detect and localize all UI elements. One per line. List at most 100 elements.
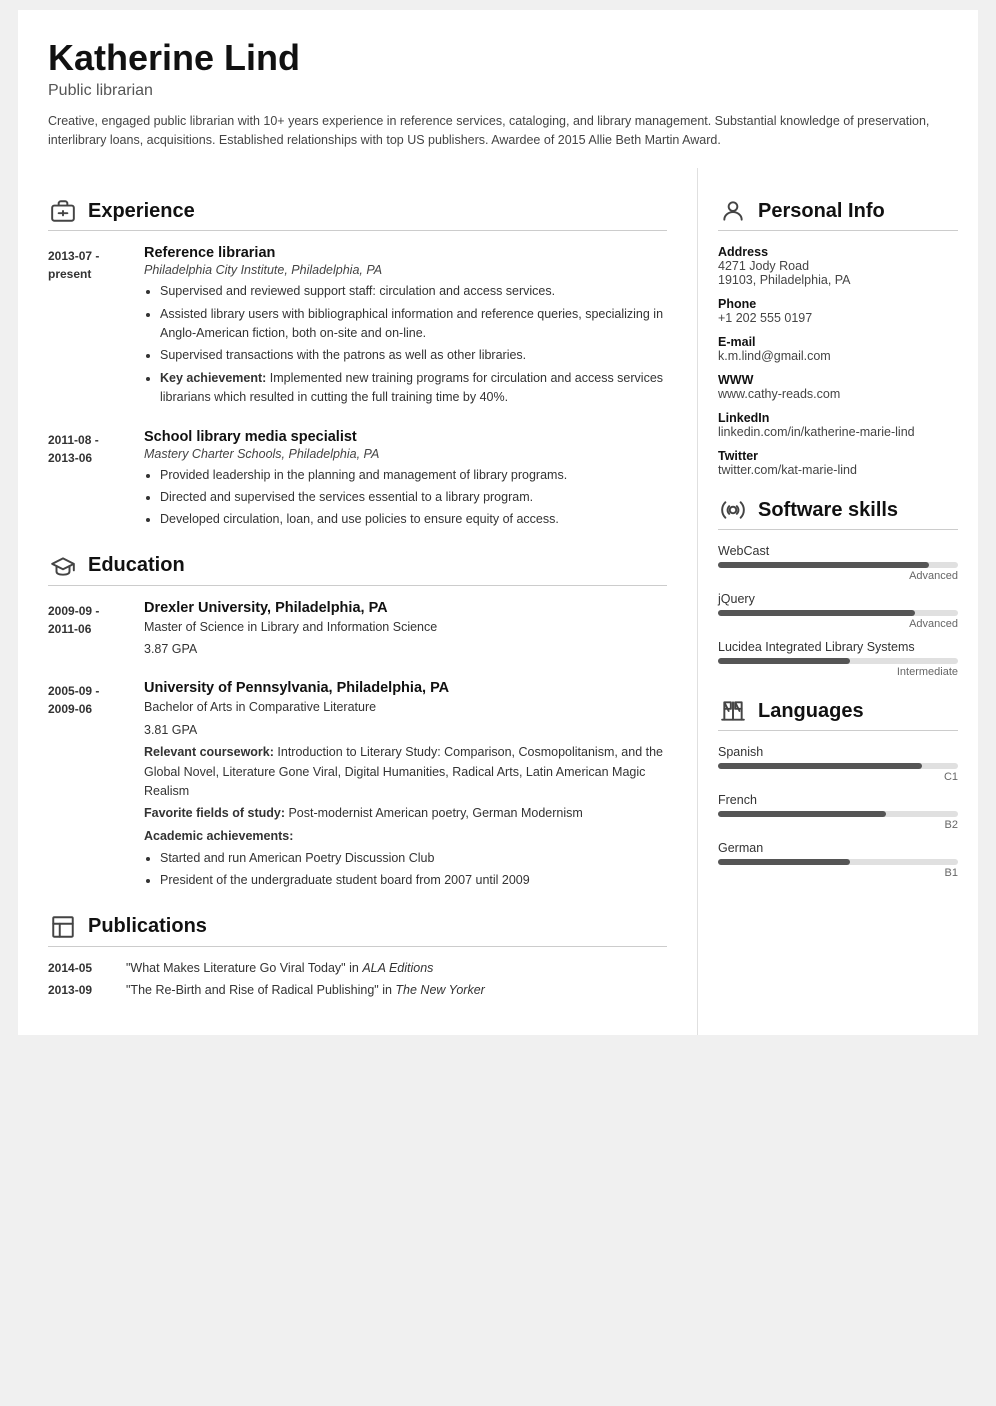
skill-lucidea-bar-bg: [718, 658, 958, 664]
resume: Katherine Lind Public librarian Creative…: [18, 10, 978, 1035]
exp1-bullets: Supervised and reviewed support staff: c…: [144, 282, 667, 407]
pub2-date: 2013-09: [48, 983, 110, 997]
edu2-relevant: Relevant coursework: Introduction to Lit…: [144, 743, 667, 801]
education-entry-1: 2009-09 -2011-06 Drexler University, Phi…: [48, 600, 667, 663]
edu1-institution: Drexler University, Philadelphia, PA: [144, 600, 667, 616]
exp2-title: School library media specialist: [144, 429, 667, 445]
lang-spanish-level: C1: [718, 771, 958, 783]
pub2-content: "The Re-Birth and Rise of Radical Publis…: [126, 983, 667, 997]
lang-french: French B2: [718, 793, 958, 831]
edu2-institution: University of Pennsylvania, Philadelphia…: [144, 680, 667, 696]
exp1-dates: 2013-07 -present: [48, 245, 128, 410]
lang-german-bar-fill: [718, 859, 850, 865]
exp2-content: School library media specialist Mastery …: [144, 429, 667, 533]
phone-value: +1 202 555 0197: [718, 311, 958, 325]
candidate-name: Katherine Lind: [48, 38, 948, 78]
list-item: Provided leadership in the planning and …: [160, 466, 667, 485]
edu1-content: Drexler University, Philadelphia, PA Mas…: [144, 600, 667, 663]
pub1-date: 2014-05: [48, 961, 110, 975]
linkedin-label: LinkedIn: [718, 411, 958, 425]
linkedin-item: LinkedIn linkedin.com/in/katherine-marie…: [718, 411, 958, 439]
lang-german-level: B1: [718, 867, 958, 879]
list-item: Assisted library users with bibliographi…: [160, 305, 667, 344]
experience-entry-2: 2011-08 -2013-06 School library media sp…: [48, 429, 667, 533]
edu2-academic-label: Academic achievements:: [144, 827, 667, 846]
personal-info-icon: [718, 196, 748, 226]
two-col-layout: Experience 2013-07 -present Reference li…: [18, 168, 978, 1035]
exp2-bullets: Provided leadership in the planning and …: [144, 466, 667, 530]
skill-lucidea-name: Lucidea Integrated Library Systems: [718, 640, 958, 654]
lang-german-bar-bg: [718, 859, 958, 865]
exp2-institution: Mastery Charter Schools, Philadelphia, P…: [144, 447, 667, 461]
publications-section-header: Publications: [48, 912, 667, 947]
candidate-title: Public librarian: [48, 82, 948, 100]
education-title: Education: [88, 554, 185, 577]
skill-webcast-bar-bg: [718, 562, 958, 568]
software-skills-header: Software skills: [718, 495, 958, 530]
personal-info-header: Personal Info: [718, 196, 958, 231]
phone-item: Phone +1 202 555 0197: [718, 297, 958, 325]
list-item: Developed circulation, loan, and use pol…: [160, 510, 667, 529]
software-skills-title: Software skills: [758, 499, 898, 522]
address-item: Address 4271 Jody Road 19103, Philadelph…: [718, 245, 958, 287]
skill-jquery-name: jQuery: [718, 592, 958, 606]
linkedin-value: linkedin.com/in/katherine-marie-lind: [718, 425, 958, 439]
skill-lucidea-bar-fill: [718, 658, 850, 664]
skill-webcast-name: WebCast: [718, 544, 958, 558]
www-value: www.cathy-reads.com: [718, 387, 958, 401]
skill-webcast-level: Advanced: [718, 570, 958, 582]
lang-french-level: B2: [718, 819, 958, 831]
experience-entry-1: 2013-07 -present Reference librarian Phi…: [48, 245, 667, 410]
email-value: k.m.lind@gmail.com: [718, 349, 958, 363]
edu2-dates: 2005-09 -2009-06: [48, 680, 128, 893]
exp2-dates: 2011-08 -2013-06: [48, 429, 128, 533]
list-item: Started and run American Poetry Discussi…: [160, 849, 667, 868]
list-item: Supervised transactions with the patrons…: [160, 346, 667, 365]
publication-1: 2014-05 "What Makes Literature Go Viral …: [48, 961, 667, 975]
edu2-content: University of Pennsylvania, Philadelphia…: [144, 680, 667, 893]
email-label: E-mail: [718, 335, 958, 349]
header-section: Katherine Lind Public librarian Creative…: [18, 10, 978, 168]
lang-spanish-bar-bg: [718, 763, 958, 769]
exp1-institution: Philadelphia City Institute, Philadelphi…: [144, 263, 667, 277]
twitter-label: Twitter: [718, 449, 958, 463]
publications-title: Publications: [88, 915, 207, 938]
software-skills-list: WebCast Advanced jQuery Advanced Lucidea…: [718, 544, 958, 678]
pub1-content: "What Makes Literature Go Viral Today" i…: [126, 961, 667, 975]
edu1-degree: Master of Science in Library and Informa…: [144, 618, 667, 637]
skill-lucidea: Lucidea Integrated Library Systems Inter…: [718, 640, 958, 678]
lang-spanish-bar-fill: [718, 763, 922, 769]
edu2-gpa: 3.81 GPA: [144, 721, 667, 740]
education-entry-2: 2005-09 -2009-06 University of Pennsylva…: [48, 680, 667, 893]
lang-spanish-name: Spanish: [718, 745, 958, 759]
languages-title: Languages: [758, 700, 864, 723]
edu2-favorite: Favorite fields of study: Post-modernist…: [144, 804, 667, 823]
email-item: E-mail k.m.lind@gmail.com: [718, 335, 958, 363]
education-icon: [48, 551, 78, 581]
lang-french-bar-bg: [718, 811, 958, 817]
www-item: WWW www.cathy-reads.com: [718, 373, 958, 401]
skill-lucidea-level: Intermediate: [718, 666, 958, 678]
exp1-title: Reference librarian: [144, 245, 667, 261]
skill-webcast-bar-fill: [718, 562, 929, 568]
edu2-academic-bullets: Started and run American Poetry Discussi…: [144, 849, 667, 891]
skill-jquery-bar-fill: [718, 610, 915, 616]
list-item: Key achievement: Implemented new trainin…: [160, 369, 667, 408]
twitter-item: Twitter twitter.com/kat-marie-lind: [718, 449, 958, 477]
address-line2: 19103, Philadelphia, PA: [718, 273, 958, 287]
list-item: President of the undergraduate student b…: [160, 871, 667, 890]
list-item: Directed and supervised the services ess…: [160, 488, 667, 507]
www-label: WWW: [718, 373, 958, 387]
candidate-summary: Creative, engaged public librarian with …: [48, 112, 948, 151]
experience-section-header: Experience: [48, 196, 667, 231]
experience-title: Experience: [88, 200, 195, 223]
experience-icon: [48, 196, 78, 226]
publication-2: 2013-09 "The Re-Birth and Rise of Radica…: [48, 983, 667, 997]
exp1-content: Reference librarian Philadelphia City In…: [144, 245, 667, 410]
address-label: Address: [718, 245, 958, 259]
languages-header: Languages: [718, 696, 958, 731]
skill-jquery: jQuery Advanced: [718, 592, 958, 630]
list-item: Supervised and reviewed support staff: c…: [160, 282, 667, 301]
skill-jquery-bar-bg: [718, 610, 958, 616]
edu1-dates: 2009-09 -2011-06: [48, 600, 128, 663]
